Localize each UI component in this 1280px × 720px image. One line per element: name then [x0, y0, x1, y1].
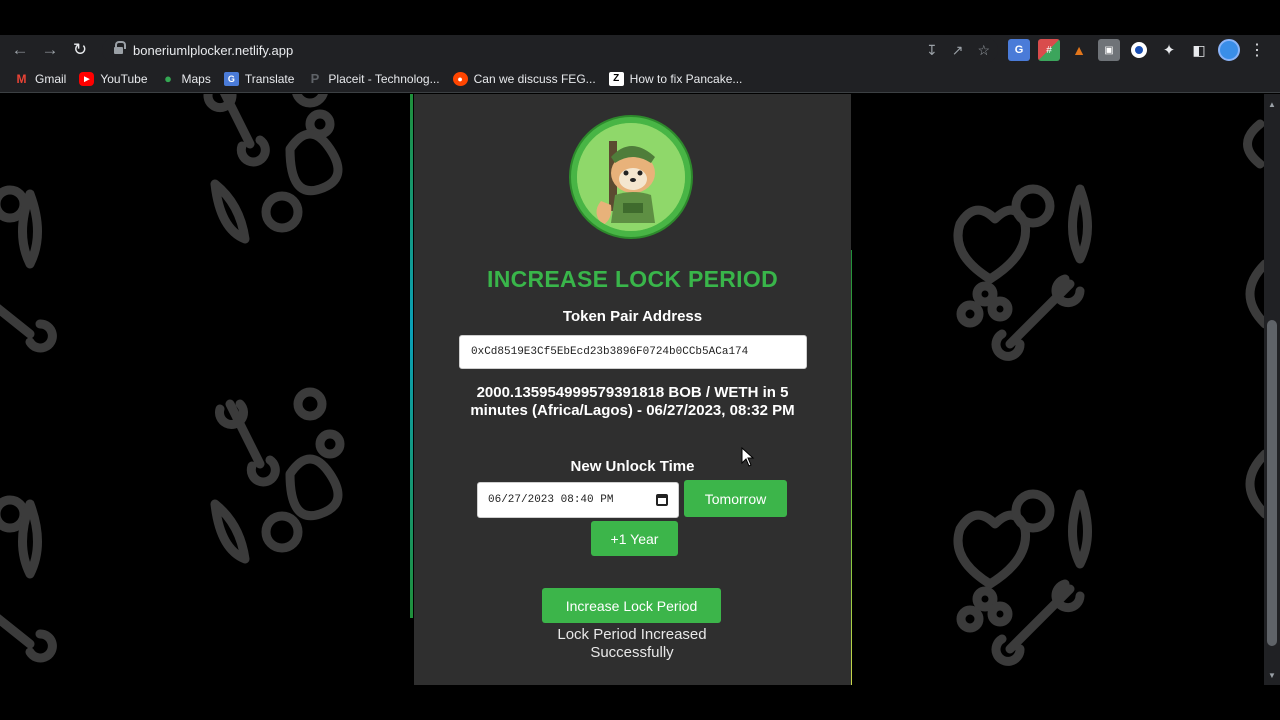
side-panel-icon[interactable]: ◧	[1188, 39, 1210, 61]
bookmark-reddit[interactable]: ● Can we discuss FEG...	[452, 71, 596, 86]
gmail-icon: M	[16, 71, 27, 86]
logo-image	[577, 123, 685, 231]
lock-period-card: INCREASE LOCK PERIOD Token Pair Address …	[414, 94, 851, 685]
bottom-letterbox	[0, 685, 1280, 720]
status-message: Lock Period Increased Successfully	[557, 626, 707, 661]
translate-icon: G	[223, 71, 239, 86]
bookmark-maps[interactable]: ● Maps	[161, 71, 211, 86]
maps-icon: ●	[164, 71, 172, 86]
address-bar-actions: ↧ ↗ ☆	[926, 37, 990, 63]
bookmark-label: Translate	[244, 71, 295, 86]
doodle-pattern-left-edge-top	[0, 185, 57, 353]
bookmark-label: Maps	[181, 71, 211, 86]
doodle-pattern-right-bottom	[953, 489, 1092, 666]
window-title-bar	[0, 0, 1280, 35]
bookmark-label: Gmail	[35, 71, 67, 86]
doodle-pattern-right-edge-bottom	[1245, 449, 1264, 519]
shiba-soldier-logo	[569, 115, 693, 239]
doodle-pattern-left-mid	[210, 387, 345, 564]
bookmark-label: YouTube	[100, 71, 148, 86]
profile-avatar[interactable]	[1218, 39, 1240, 61]
sheets-extension-icon[interactable]: #	[1038, 39, 1060, 61]
bookmarks-bar: M Gmail ▶ YouTube ● Maps G Translate P P…	[0, 65, 1280, 93]
doodle-pattern-right-edge-top	[1243, 119, 1264, 329]
metamask-fox-icon[interactable]: ▲	[1068, 39, 1090, 61]
google-translate-extension-icon[interactable]: G	[1008, 39, 1030, 61]
url-text[interactable]: boneriumlplocker.netlify.app	[133, 43, 293, 58]
card-left-glow-border	[410, 94, 413, 618]
plus-one-year-button[interactable]: +1 Year	[591, 521, 678, 556]
increase-lock-period-button[interactable]: Increase Lock Period	[542, 588, 721, 623]
new-unlock-time-label: New Unlock Time	[570, 458, 695, 475]
extensions-puzzle-icon[interactable]: ✦	[1158, 39, 1180, 61]
doodle-pattern-right-top	[953, 184, 1092, 361]
doodle-pattern-left-edge-bottom	[0, 495, 57, 663]
mouse-cursor-icon	[741, 447, 755, 467]
menu-kebab-icon[interactable]: ⋮	[1248, 40, 1266, 60]
vertical-scrollbar[interactable]: ▲ ▼	[1264, 94, 1280, 685]
current-lock-info: 2000.135954999579391818 BOB / WETH in 5 …	[470, 384, 795, 419]
lock-icon[interactable]	[114, 41, 126, 55]
bookmark-label: Can we discuss FEG...	[473, 71, 596, 86]
browser-toolbar: ← → ↻ boneriumlplocker.netlify.app ↧ ↗ ☆…	[0, 35, 1280, 65]
bookmark-translate[interactable]: G Translate	[223, 71, 295, 86]
placeit-icon: P	[310, 71, 320, 86]
token-pair-address-input[interactable]	[459, 335, 807, 369]
forward-arrow-icon[interactable]: →	[35, 35, 65, 65]
shiba-dog-illustration	[577, 123, 685, 231]
token-pair-address-label: Token Pair Address	[562, 308, 703, 325]
datetime-value[interactable]: 06/27/2023 08:40 PM	[488, 494, 613, 506]
page-viewport: INCREASE LOCK PERIOD Token Pair Address …	[0, 94, 1264, 685]
reload-icon[interactable]: ↻	[65, 35, 95, 65]
new-unlock-datetime-input[interactable]: 06/27/2023 08:40 PM	[477, 482, 679, 518]
extensions-bar: G # ▲ ▣ ✦ ◧ ⋮	[1008, 35, 1266, 65]
reddit-icon: ●	[452, 71, 468, 86]
doodle-pattern-left-top	[203, 94, 343, 244]
bookmark-star-icon[interactable]: ☆	[977, 42, 990, 59]
circle-extension-icon[interactable]	[1128, 39, 1150, 61]
bookmark-youtube[interactable]: ▶ YouTube	[79, 71, 148, 86]
bookmark-label: Placeit - Technolog...	[328, 71, 440, 86]
scrollbar-thumb[interactable]	[1267, 320, 1277, 646]
share-icon[interactable]: ↗	[952, 42, 964, 59]
scroll-up-arrow-icon[interactable]: ▲	[1264, 98, 1280, 112]
tomorrow-button[interactable]: Tomorrow	[684, 480, 787, 517]
address-bar[interactable]: boneriumlplocker.netlify.app ↧ ↗ ☆	[102, 37, 998, 63]
bookmark-label: How to fix Pancake...	[629, 71, 743, 86]
scroll-down-arrow-icon[interactable]: ▼	[1264, 669, 1280, 683]
back-arrow-icon[interactable]: ←	[5, 35, 35, 65]
youtube-icon: ▶	[79, 71, 95, 86]
box-extension-icon[interactable]: ▣	[1098, 39, 1120, 61]
z-icon: Z	[608, 71, 624, 86]
bookmark-pancake[interactable]: Z How to fix Pancake...	[608, 71, 743, 86]
bookmark-placeit[interactable]: P Placeit - Technolog...	[307, 71, 440, 86]
bookmark-gmail[interactable]: M Gmail	[14, 71, 67, 86]
page-title: INCREASE LOCK PERIOD	[487, 266, 778, 292]
calendar-icon[interactable]	[656, 494, 668, 506]
install-icon[interactable]: ↧	[926, 42, 938, 59]
